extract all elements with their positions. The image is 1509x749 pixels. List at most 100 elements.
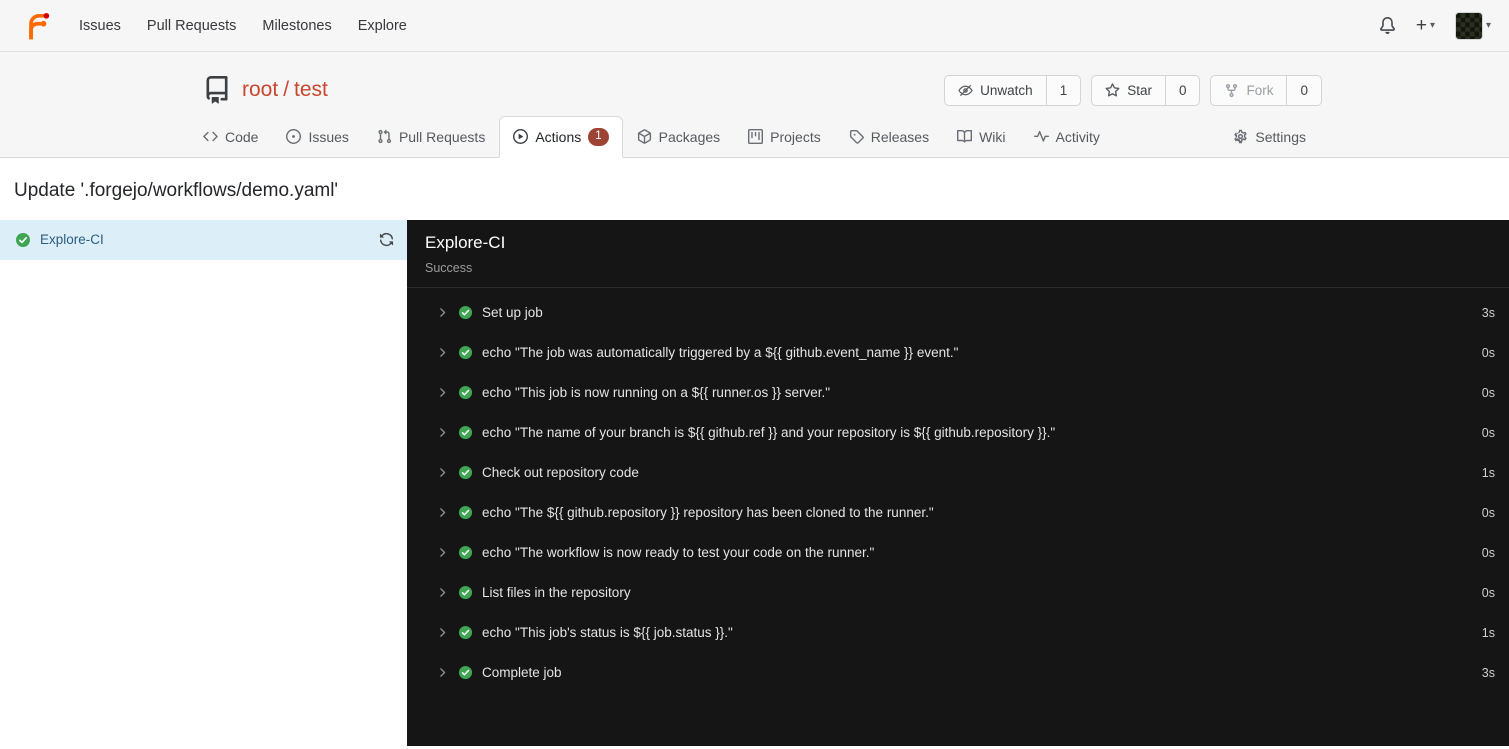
star-icon bbox=[1105, 82, 1120, 98]
step-duration: 0s bbox=[1481, 545, 1495, 560]
step-duration: 1s bbox=[1481, 625, 1495, 640]
step-duration: 0s bbox=[1481, 385, 1495, 400]
check-circle-icon bbox=[458, 585, 473, 600]
step-row[interactable]: echo "The ${{ github.repository }} repos… bbox=[407, 493, 1509, 533]
step-duration: 0s bbox=[1481, 345, 1495, 360]
log-job-status: Success bbox=[425, 260, 473, 275]
log-header: Explore-CI Success bbox=[407, 220, 1509, 288]
step-name: Complete job bbox=[482, 665, 562, 680]
tab-packages[interactable]: Packages bbox=[623, 117, 734, 157]
step-list: Set up job 3s echo "The job was automati… bbox=[407, 288, 1509, 693]
tab-settings[interactable]: Settings bbox=[1219, 117, 1320, 157]
job-name: Explore-CI bbox=[40, 232, 104, 247]
tab-issues[interactable]: Issues bbox=[272, 117, 362, 157]
tab-actions[interactable]: Actions 1 bbox=[499, 116, 623, 158]
step-duration: 1s bbox=[1481, 465, 1495, 480]
avatar bbox=[1454, 11, 1483, 40]
run-title: Update '.forgejo/workflows/demo.yaml' bbox=[14, 179, 339, 201]
tab-activity[interactable]: Activity bbox=[1020, 117, 1114, 157]
caret-down-icon: ▾ bbox=[1429, 20, 1435, 31]
repo-path-separator: / bbox=[283, 78, 290, 101]
gear-icon bbox=[1233, 129, 1248, 144]
nav-item-pull-requests[interactable]: Pull Requests bbox=[134, 10, 249, 42]
unwatch-button-group: Unwatch 1 bbox=[944, 74, 1082, 106]
step-duration: 3s bbox=[1481, 665, 1495, 680]
repo-owner-link[interactable]: root bbox=[242, 78, 278, 101]
play-circle-icon bbox=[513, 129, 529, 145]
check-circle-icon bbox=[15, 232, 31, 248]
chevron-right-icon[interactable] bbox=[436, 666, 449, 679]
check-circle-icon bbox=[458, 665, 473, 680]
step-row[interactable]: List files in the repository 0s bbox=[407, 573, 1509, 613]
star-label: Star bbox=[1127, 82, 1152, 98]
fork-button[interactable]: Fork bbox=[1211, 76, 1286, 105]
tab-pull-requests[interactable]: Pull Requests bbox=[363, 117, 499, 157]
forks-count[interactable]: 0 bbox=[1286, 75, 1321, 105]
step-row[interactable]: Check out repository code 1s bbox=[407, 453, 1509, 493]
chevron-right-icon[interactable] bbox=[436, 586, 449, 599]
fork-icon bbox=[1224, 83, 1239, 98]
fork-label: Fork bbox=[1246, 82, 1274, 98]
step-name: Check out repository code bbox=[482, 465, 639, 480]
tab-projects[interactable]: Projects bbox=[734, 117, 835, 157]
check-circle-icon bbox=[458, 505, 473, 520]
repo-tabs: Code Issues Pull Requests Actions 1 Pack… bbox=[187, 116, 1322, 158]
create-new-button[interactable]: + ▾ bbox=[1416, 16, 1435, 35]
unwatch-button[interactable]: Unwatch bbox=[945, 76, 1046, 105]
chevron-right-icon[interactable] bbox=[436, 346, 449, 359]
git-pull-request-icon bbox=[377, 129, 392, 144]
issue-opened-icon bbox=[286, 129, 302, 144]
forgejo-logo[interactable] bbox=[22, 11, 52, 41]
tab-code[interactable]: Code bbox=[189, 117, 272, 157]
unwatch-label: Unwatch bbox=[980, 82, 1033, 98]
log-job-title: Explore-CI bbox=[425, 232, 506, 252]
check-circle-icon bbox=[458, 465, 473, 480]
notifications-button[interactable] bbox=[1379, 17, 1396, 34]
step-row[interactable]: echo "The job was automatically triggere… bbox=[407, 333, 1509, 373]
check-circle-icon bbox=[458, 545, 473, 560]
chevron-right-icon[interactable] bbox=[436, 306, 449, 319]
step-name: echo "This job's status is ${{ job.statu… bbox=[482, 625, 733, 640]
step-row[interactable]: Complete job 3s bbox=[407, 653, 1509, 693]
step-name: Set up job bbox=[482, 305, 543, 320]
actions-run-page: Update '.forgejo/workflows/demo.yaml' Ex… bbox=[0, 158, 1509, 746]
step-row[interactable]: echo "The workflow is now ready to test … bbox=[407, 533, 1509, 573]
star-button[interactable]: Star bbox=[1092, 76, 1165, 105]
watchers-count[interactable]: 1 bbox=[1045, 75, 1081, 105]
step-row[interactable]: echo "This job's status is ${{ job.statu… bbox=[407, 613, 1509, 653]
chevron-right-icon[interactable] bbox=[436, 626, 449, 639]
chevron-right-icon[interactable] bbox=[436, 386, 449, 399]
check-circle-icon bbox=[458, 425, 473, 440]
rerun-icon[interactable] bbox=[379, 232, 394, 247]
stars-count[interactable]: 0 bbox=[1164, 75, 1200, 105]
step-name: echo "The workflow is now ready to test … bbox=[482, 545, 875, 560]
chevron-right-icon[interactable] bbox=[436, 506, 449, 519]
chevron-right-icon[interactable] bbox=[436, 546, 449, 559]
chevron-right-icon[interactable] bbox=[436, 466, 449, 479]
project-board-icon bbox=[748, 129, 764, 144]
tab-wiki[interactable]: Wiki bbox=[943, 117, 1019, 157]
top-navbar: Issues Pull Requests Milestones Explore … bbox=[0, 0, 1509, 52]
navbar-right: + ▾ ▾ bbox=[1379, 11, 1491, 40]
job-list-item[interactable]: Explore-CI bbox=[0, 219, 407, 260]
step-duration: 0s bbox=[1481, 505, 1495, 520]
step-name: echo "The job was automatically triggere… bbox=[482, 345, 959, 360]
repo-icon bbox=[203, 76, 231, 104]
step-row[interactable]: Set up job 3s bbox=[407, 293, 1509, 333]
step-row[interactable]: echo "This job is now running on a ${{ r… bbox=[407, 373, 1509, 413]
user-menu[interactable]: ▾ bbox=[1454, 11, 1491, 40]
nav-item-explore[interactable]: Explore bbox=[345, 10, 420, 42]
repo-name-link[interactable]: test bbox=[294, 78, 328, 101]
repo-breadcrumb: root / test bbox=[242, 78, 328, 102]
nav-item-milestones[interactable]: Milestones bbox=[249, 10, 344, 42]
tab-releases[interactable]: Releases bbox=[835, 117, 943, 157]
bell-icon bbox=[1379, 17, 1396, 34]
step-name: echo "The name of your branch is ${{ git… bbox=[482, 425, 1056, 440]
nav-item-issues[interactable]: Issues bbox=[66, 10, 134, 42]
package-icon bbox=[637, 129, 652, 144]
tag-icon bbox=[849, 129, 864, 144]
repo-action-buttons: Unwatch 1 Star 0 Fork 0 bbox=[944, 74, 1322, 106]
chevron-right-icon[interactable] bbox=[436, 426, 449, 439]
job-sidebar: Explore-CI bbox=[0, 219, 407, 746]
step-row[interactable]: echo "The name of your branch is ${{ git… bbox=[407, 413, 1509, 453]
